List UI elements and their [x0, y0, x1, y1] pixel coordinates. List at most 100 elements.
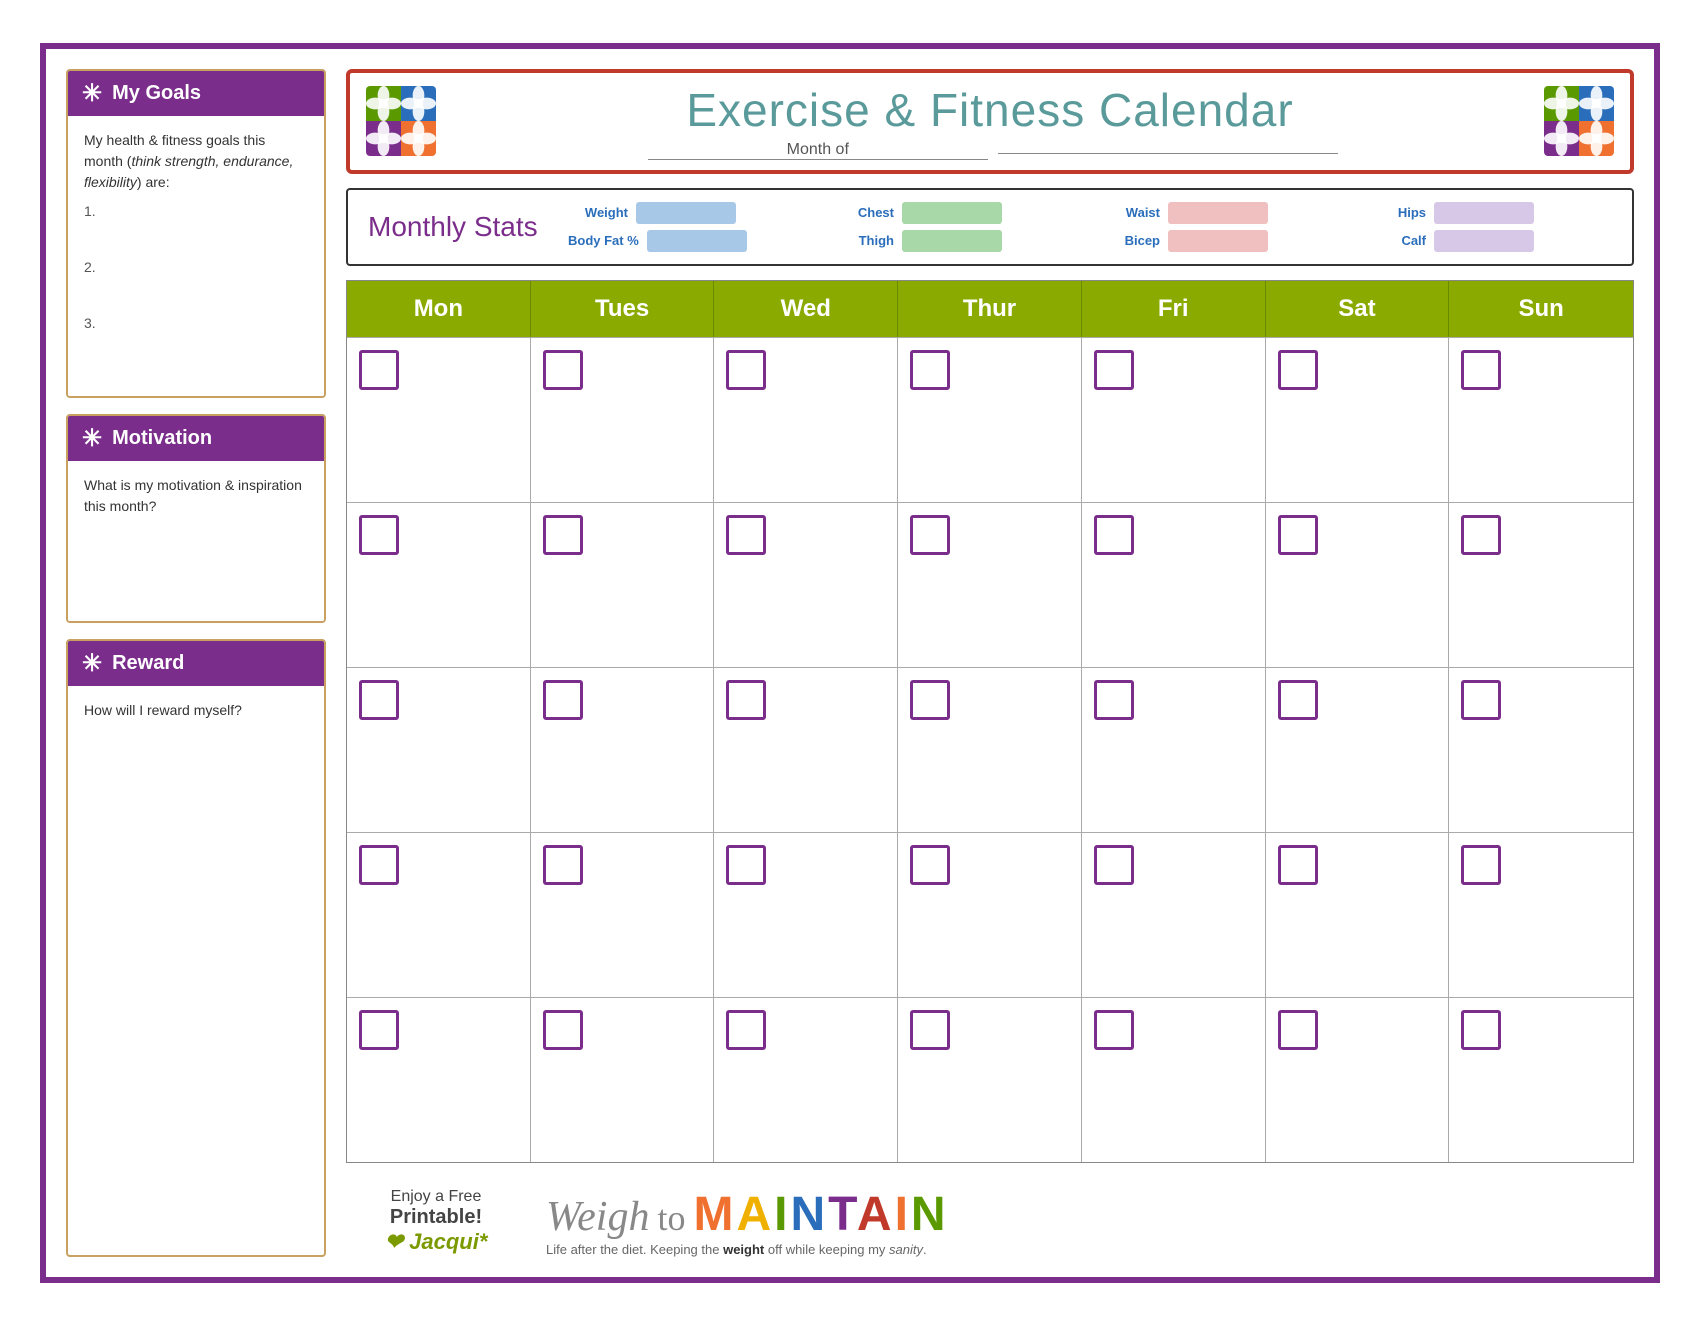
- stat-calf-label: Calf: [1366, 233, 1426, 248]
- checkbox-5-4[interactable]: [910, 1010, 950, 1050]
- motivation-section: ✳ Motivation What is my motivation & ins…: [66, 414, 326, 623]
- cell-5-3: [714, 998, 898, 1162]
- checkbox-4-5[interactable]: [1094, 845, 1134, 885]
- stat-chest: Chest: [834, 202, 1080, 224]
- logo-cell-blue: [401, 86, 436, 121]
- cell-1-2: [531, 338, 715, 502]
- checkbox-1-7[interactable]: [1461, 350, 1501, 390]
- checkbox-4-4[interactable]: [910, 845, 950, 885]
- stat-thigh-bar: [902, 230, 1002, 252]
- reward-title: Reward: [112, 652, 184, 675]
- checkbox-4-6[interactable]: [1278, 845, 1318, 885]
- checkbox-3-6[interactable]: [1278, 680, 1318, 720]
- checkbox-1-1[interactable]: [359, 350, 399, 390]
- checkbox-2-7[interactable]: [1461, 515, 1501, 555]
- checkbox-2-5[interactable]: [1094, 515, 1134, 555]
- stat-thigh: Thigh: [834, 230, 1080, 252]
- cell-3-3: [714, 668, 898, 832]
- checkbox-4-2[interactable]: [543, 845, 583, 885]
- stat-waist: Waist: [1100, 202, 1346, 224]
- checkbox-4-7[interactable]: [1461, 845, 1501, 885]
- cell-3-2: [531, 668, 715, 832]
- cell-3-1: [347, 668, 531, 832]
- checkbox-3-7[interactable]: [1461, 680, 1501, 720]
- letter-I2: I: [895, 1188, 911, 1241]
- motivation-header: ✳ Motivation: [68, 416, 324, 461]
- sidebar: ✳ My Goals My health & fitness goals thi…: [66, 69, 326, 1257]
- checkbox-4-3[interactable]: [726, 845, 766, 885]
- calendar-header: Exercise & Fitness Calendar Month of: [346, 69, 1634, 174]
- month-line: [998, 153, 1338, 154]
- cell-5-6: [1266, 998, 1450, 1162]
- checkbox-3-3[interactable]: [726, 680, 766, 720]
- stat-bicep: Bicep: [1100, 230, 1346, 252]
- brand-line: Weigh to MAINTAIN: [546, 1187, 949, 1242]
- to-text: to: [657, 1197, 685, 1239]
- stat-hips-label: Hips: [1366, 205, 1426, 220]
- month-label: Month of: [450, 141, 1530, 160]
- stat-bodyfat-bar: [647, 230, 747, 252]
- header-text: Exercise & Fitness Calendar Month of: [450, 83, 1530, 160]
- checkbox-1-2[interactable]: [543, 350, 583, 390]
- checkbox-2-4[interactable]: [910, 515, 950, 555]
- stat-hips-bar: [1434, 202, 1534, 224]
- letter-A1: A: [736, 1188, 774, 1241]
- flower-logo-right: [1544, 86, 1614, 156]
- week-2: [347, 502, 1633, 667]
- checkbox-2-2[interactable]: [543, 515, 583, 555]
- cell-5-2: [531, 998, 715, 1162]
- flower-svg-r3: [1544, 121, 1579, 156]
- stat-bodyfat: Body Fat %: [568, 230, 814, 252]
- letter-N1: N: [790, 1188, 828, 1241]
- cell-3-7: [1449, 668, 1633, 832]
- stat-waist-bar: [1168, 202, 1268, 224]
- checkbox-3-1[interactable]: [359, 680, 399, 720]
- printable-text: Printable!: [346, 1206, 526, 1229]
- checkbox-1-6[interactable]: [1278, 350, 1318, 390]
- flower-svg-r2: [1579, 86, 1614, 121]
- goals-list: 1. 2. 3.: [84, 203, 308, 331]
- checkbox-2-3[interactable]: [726, 515, 766, 555]
- checkbox-5-3[interactable]: [726, 1010, 766, 1050]
- stat-weight: Weight: [568, 202, 814, 224]
- day-header-sat: Sat: [1266, 281, 1450, 337]
- letter-T: T: [828, 1188, 857, 1241]
- checkbox-2-1[interactable]: [359, 515, 399, 555]
- day-header-fri: Fri: [1082, 281, 1266, 337]
- calendar-header-row: Mon Tues Wed Thur Fri Sat Sun: [347, 281, 1633, 337]
- day-header-wed: Wed: [714, 281, 898, 337]
- day-header-tues: Tues: [531, 281, 715, 337]
- checkbox-5-1[interactable]: [359, 1010, 399, 1050]
- maintain-text: MAINTAIN: [693, 1187, 948, 1242]
- checkbox-3-4[interactable]: [910, 680, 950, 720]
- cell-2-4: [898, 503, 1082, 667]
- stat-hips: Hips: [1366, 202, 1612, 224]
- checkbox-5-7[interactable]: [1461, 1010, 1501, 1050]
- logo-r-cell-blue: [1579, 86, 1614, 121]
- page: ✳ My Goals My health & fitness goals thi…: [40, 43, 1660, 1283]
- stat-thigh-label: Thigh: [834, 233, 894, 248]
- checkbox-3-2[interactable]: [543, 680, 583, 720]
- checkbox-5-5[interactable]: [1094, 1010, 1134, 1050]
- cell-2-2: [531, 503, 715, 667]
- cell-4-7: [1449, 833, 1633, 997]
- checkbox-1-5[interactable]: [1094, 350, 1134, 390]
- calendar-body: [347, 337, 1633, 1162]
- cell-3-4: [898, 668, 1082, 832]
- checkbox-2-6[interactable]: [1278, 515, 1318, 555]
- cell-4-4: [898, 833, 1082, 997]
- checkbox-5-2[interactable]: [543, 1010, 583, 1050]
- cell-3-6: [1266, 668, 1450, 832]
- checkbox-1-4[interactable]: [910, 350, 950, 390]
- cell-4-6: [1266, 833, 1450, 997]
- checkbox-4-1[interactable]: [359, 845, 399, 885]
- checkbox-3-5[interactable]: [1094, 680, 1134, 720]
- checkbox-5-6[interactable]: [1278, 1010, 1318, 1050]
- flower-svg-r4: [1579, 121, 1614, 156]
- checkbox-1-3[interactable]: [726, 350, 766, 390]
- motivation-body: What is my motivation & inspiration this…: [68, 461, 324, 621]
- flower-logo-left: [366, 86, 436, 156]
- stat-calf: Calf: [1366, 230, 1612, 252]
- logo-cell-green: [366, 86, 401, 121]
- heart-icon: ❤: [385, 1229, 403, 1254]
